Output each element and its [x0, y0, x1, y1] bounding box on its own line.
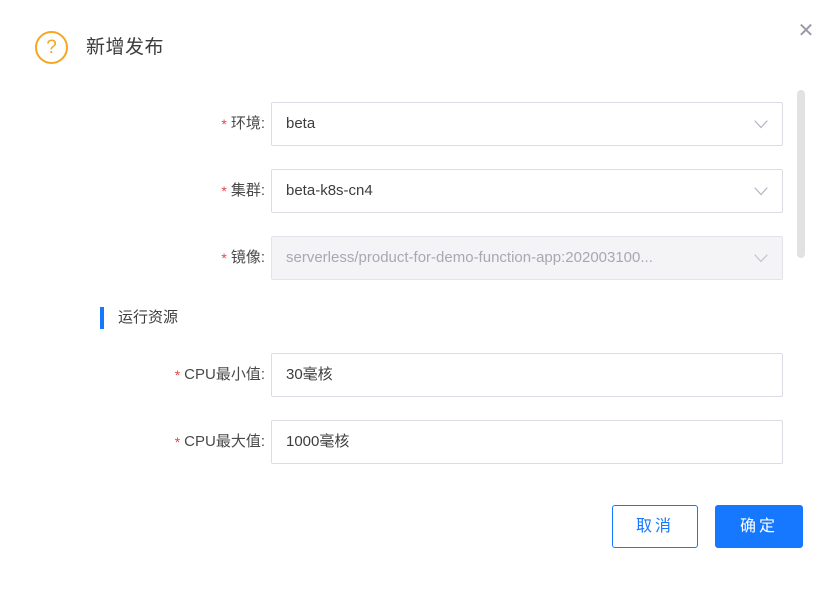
label-text: 镜像: — [230, 249, 265, 266]
vertical-scrollbar[interactable] — [797, 88, 805, 480]
section-title: 运行资源 — [118, 309, 179, 326]
label-text: 环境: — [230, 115, 265, 132]
form-row-cpu-min: * CPU最小值: 30毫核 — [0, 353, 790, 397]
select-cluster[interactable]: beta-k8s-cn4 — [271, 169, 783, 213]
label-text: CPU最大值: — [184, 433, 265, 450]
label-cluster: * 集群: — [0, 169, 268, 213]
form-row-environment: * 环境: beta — [0, 102, 790, 146]
label-cpu-min: * CPU最小值: — [0, 353, 268, 397]
dialog-footer: 取消 确定 — [0, 480, 836, 594]
form-row-image: * 镜像: serverless/product-for-demo-functio… — [0, 236, 790, 280]
chevron-down-icon — [753, 237, 769, 279]
form-row-cpu-max: * CPU最大值: 1000毫核 — [0, 420, 790, 464]
form-row-cluster: * 集群: beta-k8s-cn4 — [0, 169, 790, 213]
new-release-dialog: ? 新增发布 ✕ * 环境: beta * 集群: beta-k8s-cn4 *… — [0, 0, 836, 594]
section-accent-bar — [100, 307, 104, 329]
select-environment-value: beta — [286, 115, 316, 132]
required-asterisk: * — [174, 367, 181, 383]
question-circle-icon: ? — [35, 31, 68, 64]
label-image: * 镜像: — [0, 236, 268, 280]
label-cpu-max: * CPU最大值: — [0, 420, 268, 464]
cancel-button[interactable]: 取消 — [612, 505, 698, 548]
required-asterisk: * — [221, 183, 227, 199]
required-asterisk: * — [221, 116, 227, 132]
chevron-down-icon — [753, 103, 769, 145]
input-cpu-max[interactable]: 1000毫核 — [271, 420, 783, 464]
dialog-title: 新增发布 — [86, 37, 165, 58]
label-text: 集群: — [230, 182, 265, 199]
select-image: serverless/product-for-demo-function-app… — [271, 236, 783, 280]
label-text: CPU最小值: — [184, 366, 265, 383]
dialog-body: * 环境: beta * 集群: beta-k8s-cn4 * 镜像: serv… — [0, 92, 836, 480]
required-asterisk: * — [221, 250, 227, 266]
select-environment[interactable]: beta — [271, 102, 783, 146]
scrollbar-thumb[interactable] — [797, 90, 805, 258]
input-cpu-max-value: 1000毫核 — [286, 433, 350, 450]
select-cluster-value: beta-k8s-cn4 — [286, 182, 373, 199]
dialog-header: ? 新增发布 ✕ — [0, 0, 836, 92]
label-environment: * 环境: — [0, 102, 268, 146]
close-icon[interactable]: ✕ — [793, 18, 819, 44]
input-cpu-min-value: 30毫核 — [286, 366, 333, 383]
chevron-down-icon — [753, 170, 769, 212]
select-image-value: serverless/product-for-demo-function-app… — [286, 249, 653, 266]
required-asterisk: * — [174, 434, 181, 450]
input-cpu-min[interactable]: 30毫核 — [271, 353, 783, 397]
confirm-button[interactable]: 确定 — [715, 505, 803, 548]
